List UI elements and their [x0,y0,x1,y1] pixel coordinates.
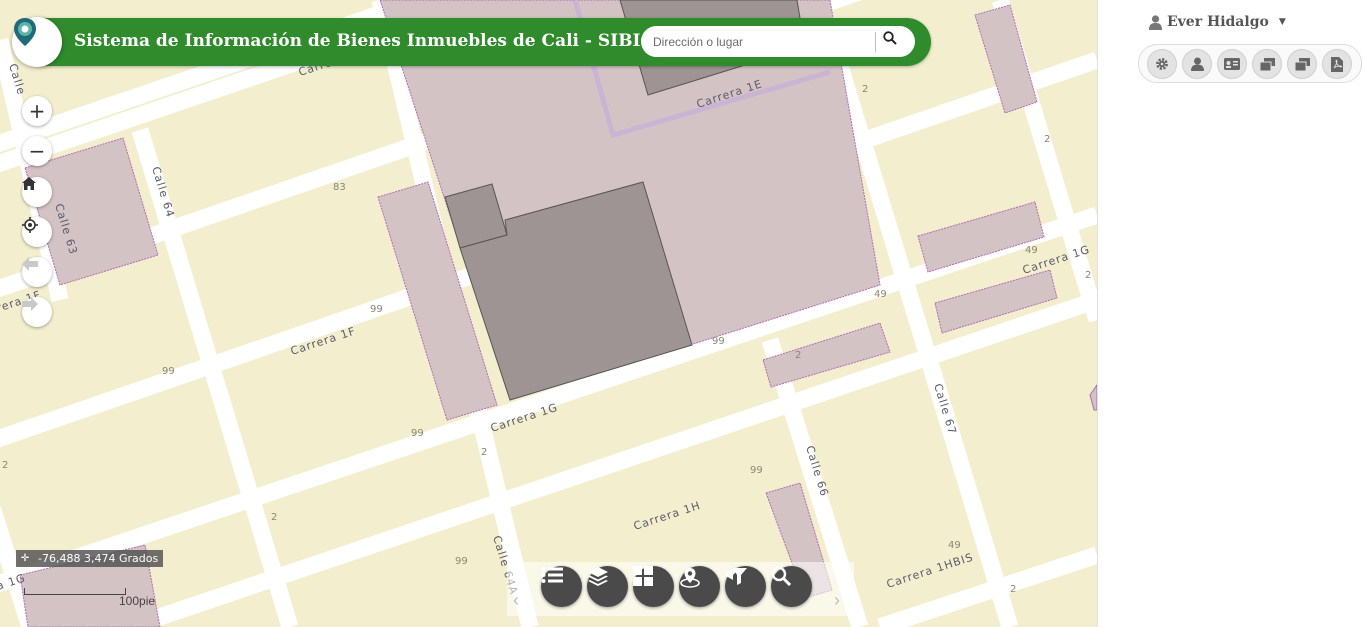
app-logo[interactable] [12,17,62,67]
user-icon [1190,57,1204,71]
location-tool-button[interactable] [679,566,720,607]
search-icon [883,31,897,45]
street-label: Carrera 1HBIS [885,550,975,590]
block-number: 2 [481,447,487,458]
grid-icon [633,566,653,586]
locate-button[interactable] [22,217,52,247]
user-menu[interactable]: Ever Hidalgo ▼ [1149,14,1286,30]
filter-button[interactable] [725,566,766,607]
layers-icon [588,567,608,586]
search-button[interactable] [883,31,905,53]
toolbar-next-arrow[interactable]: › [834,590,840,611]
coordinates-text: -76,488 3,474 Grados [38,552,159,565]
block-number: 2 [1010,584,1016,595]
search-separator [875,32,876,52]
block-number: 2 [1044,134,1050,145]
block-number: 99 [455,556,468,567]
settings-button[interactable] [1147,49,1177,79]
panel-toolbar [1138,44,1362,83]
pdf-button[interactable] [1322,49,1352,79]
filter-layer-icon [726,568,747,585]
search-input[interactable] [651,30,877,54]
block-number: 99 [750,465,763,476]
caret-down-icon: ▼ [1278,17,1286,27]
profile-button[interactable] [1182,49,1212,79]
map-pin-logo-icon [14,18,36,46]
block-number: 99 [712,336,725,347]
gear-icon [1156,58,1168,70]
zoom-out-button[interactable]: − [22,136,52,166]
search-box [641,26,915,57]
windows-icon [1259,57,1275,71]
basemap-gallery-button[interactable] [633,566,674,607]
block-number: 2 [271,512,277,523]
street-label: Carrera 1H [632,499,702,533]
block-number: 99 [162,366,175,377]
coordinates-display: ✛ -76,488 3,474 Grados [16,550,164,567]
search-icon [771,566,791,586]
scale-bar [24,588,126,595]
legend-list-button[interactable] [541,566,582,607]
user-icon [1149,14,1162,30]
zoom-in-button[interactable]: + [22,96,52,126]
previous-extent-button[interactable] [22,257,52,287]
windows-alt-button[interactable] [1287,49,1317,79]
arrow-right-icon [22,297,38,311]
minus-icon: − [28,139,46,163]
toolbar-prev-arrow[interactable]: ‹ [513,590,519,611]
side-panel: Ever Hidalgo ▼ [1097,0,1363,627]
plus-icon: + [28,99,46,123]
crosshair-small-icon[interactable]: ✛ [18,553,32,564]
app-title: Sistema de Información de Bienes Inmuebl… [74,31,668,51]
block-number: 99 [411,428,424,439]
location-pin-icon [680,568,700,588]
map-view[interactable]: Carrera 1E Calle 64 Calle 63 Carrera 1F … [0,0,1097,627]
layers-button[interactable] [587,566,628,607]
id-card-icon [1224,58,1240,70]
windows-button[interactable] [1252,49,1282,79]
block-number: 2 [862,84,868,95]
block-number: 2 [1085,270,1091,281]
block-number: 99 [370,304,383,315]
next-extent-button[interactable] [22,297,52,327]
map-canvas[interactable]: Carrera 1E Calle 64 Calle 63 Carrera 1F … [0,0,1097,627]
home-icon [22,177,36,190]
block-number: 2 [795,350,801,361]
crosshair-icon [22,217,38,233]
scale-label: 100pie [119,594,156,608]
home-button[interactable] [22,177,52,207]
block-number: 49 [948,540,961,551]
arrow-left-icon [22,257,38,271]
block-number: 49 [874,289,887,300]
user-name: Ever Hidalgo [1167,14,1269,30]
block-number: 49 [1025,245,1038,256]
search-tool-button[interactable] [771,566,812,607]
windows-alt-icon [1294,57,1310,71]
list-icon [541,567,563,583]
block-number: 83 [333,182,346,193]
block-number: 2 [2,460,8,471]
id-card-button[interactable] [1217,49,1247,79]
pdf-icon [1331,56,1343,72]
